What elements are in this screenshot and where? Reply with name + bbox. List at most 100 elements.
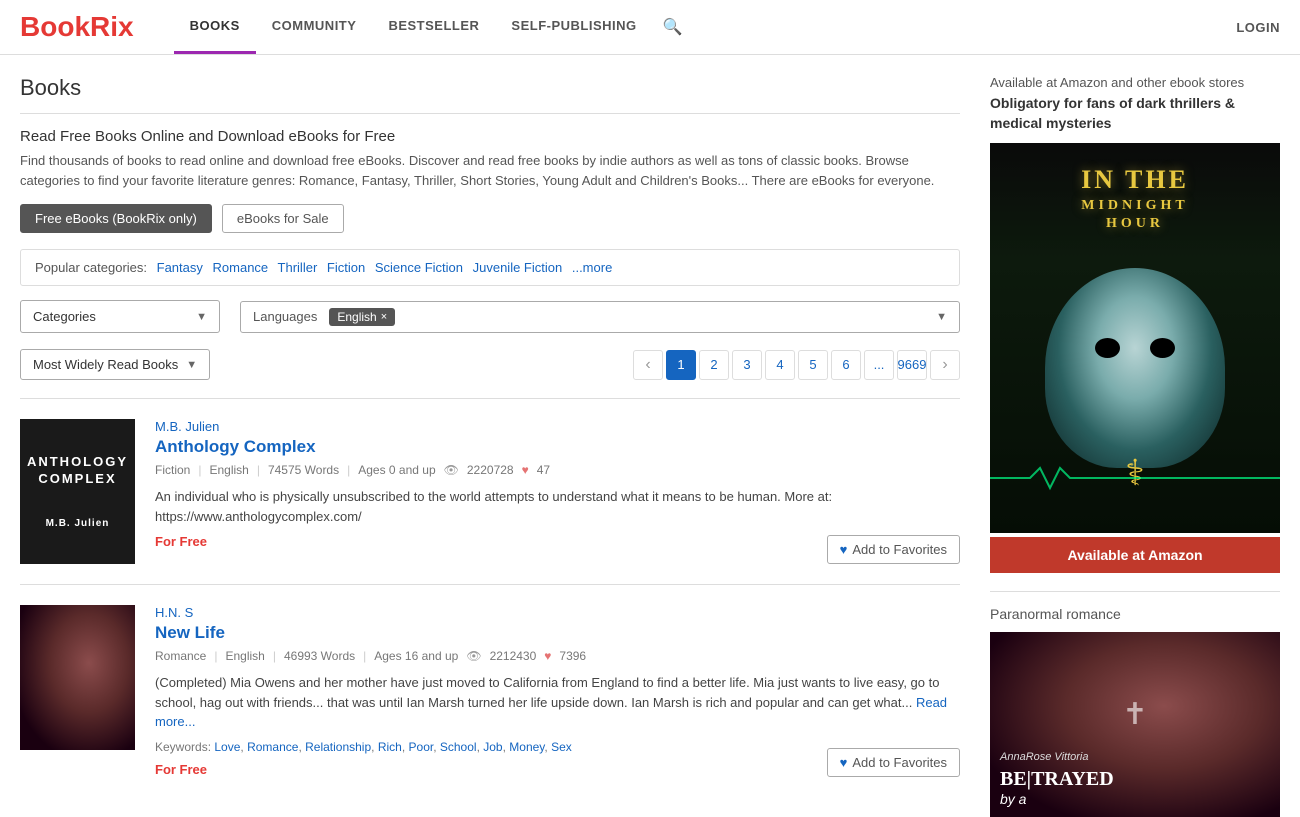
page-1-button[interactable]: 1 — [666, 350, 696, 380]
book-genre-2: Romance — [155, 649, 206, 663]
categories-arrow-icon: ▼ — [196, 311, 207, 323]
midnight-title-line1: IN THE — [1081, 163, 1189, 197]
meta-sep-1c: | — [347, 463, 350, 477]
logo-b: B — [20, 11, 40, 42]
cat-more[interactable]: ...more — [572, 260, 612, 275]
book-meta-2: Romance | English | 46993 Words | Ages 1… — [155, 649, 960, 663]
page-last-button[interactable]: 9669 — [897, 350, 927, 380]
book-author-1[interactable]: M.B. Julien — [155, 419, 960, 434]
skull-eye-left — [1095, 338, 1120, 358]
cat-thriller[interactable]: Thriller — [278, 260, 318, 275]
categories-dropdown[interactable]: Categories ▼ — [20, 300, 220, 333]
cat-romance[interactable]: Romance — [213, 260, 269, 275]
page-3-button[interactable]: 3 — [732, 350, 762, 380]
logo[interactable]: BookRix — [20, 11, 134, 43]
book-ages-1: Ages 0 and up — [358, 463, 435, 477]
cross-icon: ✝ — [1122, 697, 1147, 732]
midnight-title-line3: HOUR — [1081, 215, 1189, 233]
page-2-button[interactable]: 2 — [699, 350, 729, 380]
sidebar-ad-text: Available at Amazon and other ebook stor… — [990, 75, 1280, 90]
heart-btn-icon-2: ♥ — [840, 755, 848, 770]
cat-juvenile-fiction[interactable]: Juvenile Fiction — [473, 260, 563, 275]
kw-sex[interactable]: Sex — [551, 740, 572, 754]
search-icon[interactable]: 🔍 — [653, 17, 693, 37]
languages-arrow-icon: ▼ — [936, 311, 947, 323]
sidebar-book-cover-midnight[interactable]: IN THE MIDNIGHT HOUR ⚕ — [990, 143, 1280, 533]
skull-eyes — [1095, 338, 1175, 358]
sidebar-divider — [990, 591, 1280, 592]
nav-bestseller[interactable]: BESTSELLER — [372, 0, 495, 54]
kw-romance[interactable]: Romance — [247, 740, 298, 754]
book-hearts-1: 47 — [537, 463, 550, 477]
heart-btn-icon-1: ♥ — [840, 542, 848, 557]
nav-self-publishing[interactable]: SELF-PUBLISHING — [495, 0, 652, 54]
book-author-2[interactable]: H.N. S — [155, 605, 960, 620]
free-ebooks-button[interactable]: Free eBooks (BookRix only) — [20, 204, 212, 233]
dropdowns-row: Categories ▼ Languages English × ▼ — [20, 300, 960, 333]
cover-image-2 — [20, 605, 135, 750]
meta-sep-1b: | — [257, 463, 260, 477]
sidebar: Available at Amazon and other ebook stor… — [990, 75, 1280, 817]
book-title-2[interactable]: New Life — [155, 623, 960, 643]
book-info-1: M.B. Julien Anthology Complex Fiction | … — [155, 419, 960, 564]
book-desc-1: An individual who is physically unsubscr… — [155, 487, 960, 526]
meta-sep-2b: | — [273, 649, 276, 663]
nav-books[interactable]: BOOKS — [174, 0, 256, 54]
page-ellipsis: ... — [864, 350, 894, 380]
prev-page-button[interactable]: ‹ — [633, 350, 663, 380]
book-cover-2[interactable] — [20, 605, 135, 750]
intro-text: Find thousands of books to read online a… — [20, 151, 960, 190]
meta-sep-1a: | — [198, 463, 201, 477]
page-6-button[interactable]: 6 — [831, 350, 861, 380]
kw-job[interactable]: Job — [483, 740, 502, 754]
book-entry-2: H.N. S New Life Romance | English | 4699… — [20, 584, 960, 797]
midnight-title: IN THE MIDNIGHT HOUR — [1081, 163, 1189, 233]
cat-fantasy[interactable]: Fantasy — [157, 260, 203, 275]
add-favorites-label-2: Add to Favorites — [852, 755, 947, 770]
nav-community[interactable]: COMMUNITY — [256, 0, 373, 54]
language-tag-english: English × — [329, 308, 395, 326]
kw-relationship[interactable]: Relationship — [305, 740, 371, 754]
page-5-button[interactable]: 5 — [798, 350, 828, 380]
kw-rich[interactable]: Rich — [378, 740, 402, 754]
ebooks-for-sale-button[interactable]: eBooks for Sale — [222, 204, 344, 233]
cover-title-1: ANTHOLOGYCOMPLEX — [27, 454, 128, 488]
book-words-2: 46993 Words — [284, 649, 355, 663]
book-desc-2: (Completed) Mia Owens and her mother hav… — [155, 673, 960, 732]
cat-fiction[interactable]: Fiction — [327, 260, 365, 275]
sidebar-section-title: Paranormal romance — [990, 606, 1280, 622]
sidebar-book-cover-betrayed[interactable]: ✝ AnnaRose Vittoria BE|TRAYED by a — [990, 632, 1280, 817]
book-hearts-2: 7396 — [559, 649, 586, 663]
book-title-1[interactable]: Anthology Complex — [155, 437, 960, 457]
header: BookRix BOOKS COMMUNITY BESTSELLER SELF-… — [0, 0, 1300, 55]
heart-icon-1: ♥ — [522, 463, 529, 477]
betrayed-title: BE|TRAYED — [1000, 767, 1270, 791]
sort-pagination-row: Most Widely Read Books ▼ ‹ 1 2 3 4 5 6 .… — [20, 349, 960, 380]
page-4-button[interactable]: 4 — [765, 350, 795, 380]
kw-money[interactable]: Money — [509, 740, 544, 754]
book-genre-1: Fiction — [155, 463, 190, 477]
sort-arrow-icon: ▼ — [186, 359, 197, 371]
language-remove-icon[interactable]: × — [381, 311, 387, 323]
eye-icon-1: 👁 — [444, 463, 459, 477]
amazon-button[interactable]: Available at Amazon — [990, 537, 1280, 573]
book-language-1: English — [209, 463, 248, 477]
main-nav: BOOKS COMMUNITY BESTSELLER SELF-PUBLISHI… — [174, 0, 1237, 54]
language-tag-text: English — [337, 310, 376, 324]
add-favorites-button-2[interactable]: ♥ Add to Favorites — [827, 748, 960, 777]
languages-dropdown[interactable]: Languages English × ▼ — [240, 301, 960, 333]
kw-school[interactable]: School — [440, 740, 477, 754]
sort-dropdown[interactable]: Most Widely Read Books ▼ — [20, 349, 210, 380]
meta-sep-2a: | — [214, 649, 217, 663]
main-layout: Books Read Free Books Online and Downloa… — [0, 55, 1300, 817]
betrayed-author: AnnaRose Vittoria — [1000, 751, 1270, 763]
login-button[interactable]: LOGIN — [1236, 20, 1280, 35]
kw-poor[interactable]: Poor — [409, 740, 434, 754]
sort-label: Most Widely Read Books — [33, 357, 178, 372]
cat-science-fiction[interactable]: Science Fiction — [375, 260, 463, 275]
eye-icon-2: 👁 — [466, 649, 481, 663]
book-cover-1[interactable]: ANTHOLOGYCOMPLEX M.B. Julien — [20, 419, 135, 564]
next-page-button[interactable]: › — [930, 350, 960, 380]
add-favorites-button-1[interactable]: ♥ Add to Favorites — [827, 535, 960, 564]
kw-love[interactable]: Love — [214, 740, 240, 754]
